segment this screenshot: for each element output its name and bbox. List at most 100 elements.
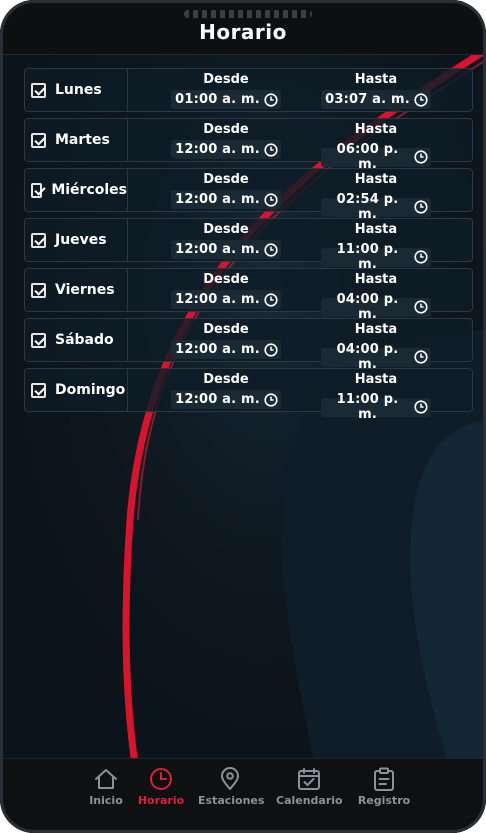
day-label: Sábado	[55, 332, 114, 348]
from-column: Desde 12:00 a. m.	[171, 172, 281, 209]
to-column: Hasta 11:00 p. m.	[321, 372, 431, 422]
to-time-value: 03:07 a. m.	[325, 92, 410, 107]
day-checkbox[interactable]	[31, 232, 46, 248]
from-time-value: 12:00 a. m.	[175, 292, 260, 307]
from-column: Desde 12:00 a. m.	[171, 222, 281, 259]
nav-label: Registro	[357, 794, 411, 807]
to-time-field[interactable]: 04:00 p. m.	[321, 342, 431, 372]
from-time-field[interactable]: 01:00 a. m.	[171, 90, 281, 109]
from-time-field[interactable]: 12:00 a. m.	[171, 140, 281, 159]
nav-label: Calendario	[276, 794, 343, 807]
day-cell: Miércoles	[25, 169, 128, 211]
from-column: Desde 01:00 a. m.	[171, 72, 281, 109]
to-label: Hasta	[354, 372, 398, 387]
clock-icon	[414, 300, 428, 314]
day-label: Lunes	[55, 82, 102, 98]
from-time-value: 12:00 a. m.	[175, 242, 260, 257]
day-cell: Viernes	[25, 269, 128, 311]
from-label: Desde	[203, 222, 249, 237]
to-time-value: 11:00 p. m.	[336, 392, 399, 422]
day-cell: Jueves	[25, 219, 128, 261]
speaker-grille	[184, 10, 312, 18]
to-label: Hasta	[354, 222, 398, 237]
clock-icon	[414, 400, 428, 414]
nav-label: Inicio	[89, 794, 123, 807]
day-label: Viernes	[55, 282, 115, 298]
from-label: Desde	[203, 172, 249, 187]
nav-item-estaciones[interactable]: Estaciones	[198, 767, 265, 807]
nav-item-horario[interactable]: Horario	[136, 767, 186, 807]
day-checkbox[interactable]	[31, 82, 46, 98]
nav-label: Horario	[137, 794, 185, 807]
schedule-row-miercoles: Miércoles Desde 12:00 a. m. Hasta 02:54 …	[24, 168, 473, 222]
from-label: Desde	[203, 272, 249, 287]
to-label: Hasta	[354, 72, 398, 87]
to-time-field[interactable]: 02:54 p. m.	[321, 192, 431, 222]
day-cell: Martes	[25, 119, 128, 161]
schedule-row-martes: Martes Desde 12:00 a. m. Hasta 06:00 p. …	[24, 118, 473, 172]
to-column: Hasta 06:00 p. m.	[321, 122, 431, 172]
day-checkbox[interactable]	[31, 132, 46, 148]
from-column: Desde 12:00 a. m.	[171, 122, 281, 159]
clock-icon	[414, 350, 428, 364]
home-icon	[95, 769, 117, 789]
day-checkbox[interactable]	[31, 182, 43, 198]
from-label: Desde	[203, 322, 249, 337]
nav-label: Estaciones	[198, 794, 265, 807]
day-cell: Lunes	[25, 69, 128, 111]
from-column: Desde 12:00 a. m.	[171, 272, 281, 309]
day-cell: Domingo	[25, 369, 128, 411]
from-time-field[interactable]: 12:00 a. m.	[171, 190, 281, 209]
clock-icon	[264, 192, 278, 207]
bottom-navigation: Inicio Horario Estaciones Calendario Reg…	[0, 758, 486, 833]
day-label: Domingo	[55, 382, 126, 398]
to-time-field[interactable]: 11:00 p. m.	[321, 242, 431, 272]
to-time-field[interactable]: 03:07 a. m.	[321, 90, 431, 109]
from-column: Desde 12:00 a. m.	[171, 372, 281, 409]
to-column: Hasta 04:00 p. m.	[321, 272, 431, 322]
from-time-field[interactable]: 12:00 a. m.	[171, 390, 281, 409]
schedule-row-jueves: Jueves Desde 12:00 a. m. Hasta 11:00 p. …	[24, 218, 473, 272]
from-time-value: 12:00 a. m.	[175, 392, 260, 407]
clock-icon	[264, 92, 278, 107]
clock-icon	[264, 392, 278, 407]
day-checkbox[interactable]	[31, 382, 46, 398]
from-label: Desde	[203, 372, 249, 387]
from-time-value: 12:00 a. m.	[175, 342, 260, 357]
map-pin-icon	[221, 767, 239, 790]
day-label: Jueves	[55, 232, 107, 248]
to-time-field[interactable]: 11:00 p. m.	[321, 392, 431, 422]
to-label: Hasta	[354, 272, 398, 287]
clock-icon	[414, 250, 428, 264]
clock-icon	[150, 768, 172, 790]
clock-icon	[264, 342, 278, 357]
day-checkbox[interactable]	[31, 332, 46, 348]
clock-icon	[264, 142, 278, 157]
from-time-value: 12:00 a. m.	[175, 192, 260, 207]
day-checkbox[interactable]	[31, 282, 46, 298]
clock-icon	[414, 200, 428, 214]
to-column: Hasta 04:00 p. m.	[321, 322, 431, 372]
from-time-field[interactable]: 12:00 a. m.	[171, 240, 281, 259]
schedule-row-viernes: Viernes Desde 12:00 a. m. Hasta 04:00 p.…	[24, 268, 473, 322]
to-column: Hasta 03:07 a. m.	[321, 72, 431, 109]
nav-item-inicio[interactable]: Inicio	[86, 767, 126, 807]
schedule-row-sabado: Sábado Desde 12:00 a. m. Hasta 04:00 p. …	[24, 318, 473, 372]
from-time-field[interactable]: 12:00 a. m.	[171, 340, 281, 359]
nav-item-registro[interactable]: Registro	[356, 767, 412, 807]
nav-item-calendario[interactable]: Calendario	[276, 767, 343, 807]
to-time-field[interactable]: 06:00 p. m.	[321, 142, 431, 172]
calendar-check-icon	[298, 768, 320, 790]
clock-icon	[264, 292, 278, 307]
to-time-field[interactable]: 04:00 p. m.	[321, 292, 431, 322]
clipboard-icon	[374, 767, 394, 791]
to-column: Hasta 02:54 p. m.	[321, 172, 431, 222]
to-label: Hasta	[354, 322, 398, 337]
to-label: Hasta	[354, 172, 398, 187]
to-column: Hasta 11:00 p. m.	[321, 222, 431, 272]
from-column: Desde 12:00 a. m.	[171, 322, 281, 359]
to-label: Hasta	[354, 122, 398, 137]
from-label: Desde	[203, 122, 249, 137]
clock-icon	[414, 150, 428, 164]
from-time-field[interactable]: 12:00 a. m.	[171, 290, 281, 309]
